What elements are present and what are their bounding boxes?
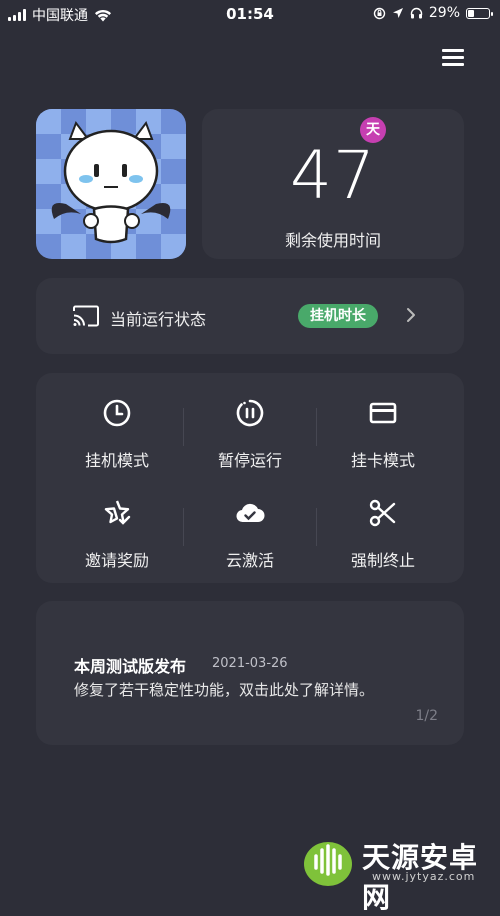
card-mode-button[interactable]: 挂卡模式 — [313, 397, 453, 487]
avatar-image — [36, 109, 186, 259]
chevron-right-icon — [407, 308, 415, 322]
remaining-days-value: 47 — [290, 137, 376, 214]
avatar[interactable] — [36, 109, 186, 259]
action-label: 挂卡模式 — [350, 451, 415, 470]
announcement-card[interactable]: 本周测试版发布 2021-03-26 修复了若干稳定性功能，双击此处了解详情。 … — [36, 601, 464, 745]
announcement-date: 2021-03-26 — [212, 656, 288, 671]
battery-percent: 29% — [428, 5, 460, 21]
announcement-title: 本周测试版发布 — [74, 657, 187, 676]
scissors-icon — [369, 499, 396, 527]
action-label: 强制终止 — [350, 551, 415, 570]
status-bar-right: 29% — [373, 5, 493, 21]
action-label: 云激活 — [225, 551, 274, 570]
watermark: 天源安卓网 www.jytyaz.com — [300, 832, 500, 914]
headphones-icon — [410, 7, 423, 19]
announcement-body: 修复了若干稳定性功能，双击此处了解详情。 — [74, 681, 375, 699]
rotation-lock-icon — [373, 7, 386, 19]
hamburger-menu-icon[interactable] — [442, 49, 464, 67]
action-label: 邀请奖励 — [84, 551, 149, 570]
card-icon — [369, 402, 397, 424]
run-status-label: 当前运行状态 — [110, 310, 207, 329]
pause-button[interactable]: 暂停运行 — [180, 397, 320, 487]
cast-icon — [73, 305, 99, 327]
battery-level — [468, 9, 474, 17]
cloud-activate-button[interactable]: 云激活 — [180, 497, 320, 587]
status-bar: 中国联通 01:54 29% — [0, 0, 500, 28]
invite-reward-button[interactable]: 邀请奖励 — [47, 497, 187, 587]
status-badge: 挂机时长 — [298, 304, 378, 328]
clock-icon — [103, 399, 131, 427]
watermark-url: www.jytyaz.com — [372, 870, 476, 883]
location-icon — [392, 8, 403, 18]
hangup-mode-button[interactable]: 挂机模式 — [47, 397, 187, 487]
actions-grid: 挂机模式 暂停运行 挂卡模式 邀请奖励 云激活 强制终止 — [36, 373, 464, 583]
run-status-row[interactable]: 当前运行状态 挂机时长 — [36, 278, 464, 354]
action-label: 暂停运行 — [217, 451, 282, 470]
pause-icon — [236, 399, 264, 427]
remaining-time-label: 剩余使用时间 — [284, 231, 381, 250]
battery-icon — [466, 7, 493, 19]
star-check-icon — [104, 500, 131, 525]
page-indicator: 1/2 — [415, 708, 438, 724]
remaining-time-card: 天 47 剩余使用时间 — [202, 109, 464, 259]
watermark-logo-icon — [304, 842, 352, 886]
cloud-check-icon — [236, 503, 265, 523]
force-stop-button[interactable]: 强制终止 — [313, 497, 453, 587]
action-label: 挂机模式 — [84, 451, 149, 470]
